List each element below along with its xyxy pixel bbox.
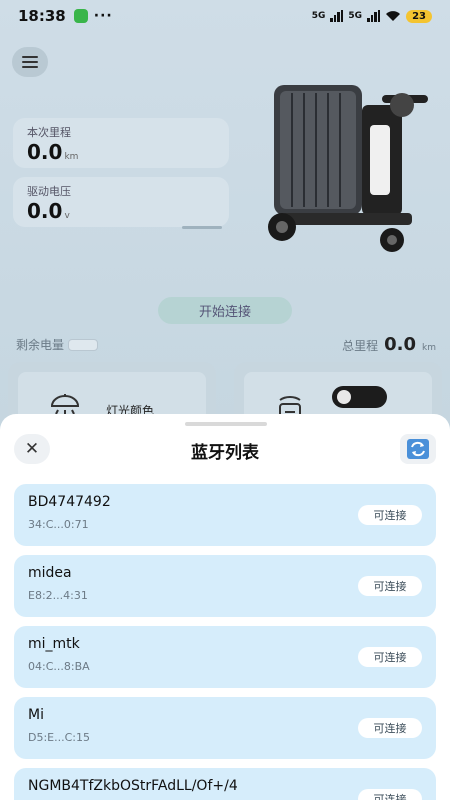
connectable-badge[interactable]: 可连接 bbox=[358, 647, 422, 667]
menu-icon bbox=[22, 66, 38, 68]
refresh-button[interactable] bbox=[400, 434, 436, 464]
voltage-card: 驱动电压 0.0 v bbox=[13, 177, 229, 227]
menu-icon bbox=[22, 61, 38, 63]
wifi-icon bbox=[386, 11, 401, 21]
device-item[interactable]: BD4747492 34:C...0:71 可连接 bbox=[14, 484, 436, 546]
page-indicator bbox=[182, 226, 222, 229]
device-item[interactable]: mi_mtk 04:C...8:BA 可连接 bbox=[14, 626, 436, 688]
menu-button[interactable] bbox=[12, 47, 48, 77]
refresh-icon bbox=[407, 439, 429, 459]
sheet-title: 蓝牙列表 bbox=[191, 443, 259, 463]
status-right: 5G 5G 23 bbox=[311, 9, 432, 23]
total-distance-value: 0.0 bbox=[384, 334, 417, 355]
network-type-2: 5G bbox=[348, 11, 363, 21]
device-list: BD4747492 34:C...0:71 可连接 midea E8:2...4… bbox=[14, 484, 436, 800]
wechat-icon bbox=[73, 9, 88, 23]
trip-distance-unit: km bbox=[64, 152, 79, 162]
device-item[interactable]: Mi D5:E...C:15 可连接 bbox=[14, 697, 436, 759]
total-distance-unit: km bbox=[422, 343, 436, 353]
scooter-image bbox=[268, 85, 428, 252]
network-type-1: 5G bbox=[311, 11, 326, 21]
start-connect-button[interactable]: 开始连接 bbox=[158, 297, 292, 324]
total-distance-label: 总里程 bbox=[342, 339, 379, 353]
lamp-icon bbox=[50, 394, 80, 415]
signal-icon bbox=[330, 10, 344, 22]
voltage-value: 0.0 bbox=[27, 199, 63, 223]
clock: 18:38 bbox=[18, 7, 66, 25]
connectable-badge[interactable]: 可连接 bbox=[358, 576, 422, 596]
status-bar: 18:38 ··· 5G 5G 23 bbox=[0, 0, 450, 32]
trip-distance-card: 本次里程 0.0 km bbox=[13, 118, 229, 168]
more-notifications: ··· bbox=[93, 8, 113, 24]
connectable-badge[interactable]: 可连接 bbox=[358, 718, 422, 738]
sheet-drag-handle[interactable] bbox=[185, 422, 267, 426]
trip-distance-label: 本次里程 bbox=[27, 126, 71, 139]
device-item[interactable]: NGMB4TfZkbOStrFAdLL/Of+/4 可连接 bbox=[14, 768, 436, 800]
voltage-unit: v bbox=[64, 211, 70, 221]
voltage-label: 驱动电压 bbox=[27, 185, 71, 198]
connectable-badge[interactable]: 可连接 bbox=[358, 505, 422, 525]
device-item[interactable]: midea E8:2...4:31 可连接 bbox=[14, 555, 436, 617]
bluetooth-sheet: ✕ 蓝牙列表 BD4747492 34:C...0:71 可连接 midea E… bbox=[0, 414, 450, 800]
trip-distance-value: 0.0 bbox=[27, 140, 63, 164]
power-toggle[interactable] bbox=[332, 386, 387, 408]
menu-icon bbox=[22, 56, 38, 58]
remaining-battery-label: 剩余电量 bbox=[16, 338, 65, 352]
total-distance: 总里程 0.0 km bbox=[342, 334, 436, 355]
battery-badge: 23 bbox=[406, 9, 432, 23]
battery-level-bar bbox=[68, 338, 99, 351]
signal-icon bbox=[367, 10, 381, 22]
remaining-battery: 剩余电量 bbox=[16, 336, 99, 353]
connectable-badge[interactable]: 可连接 bbox=[358, 789, 422, 800]
